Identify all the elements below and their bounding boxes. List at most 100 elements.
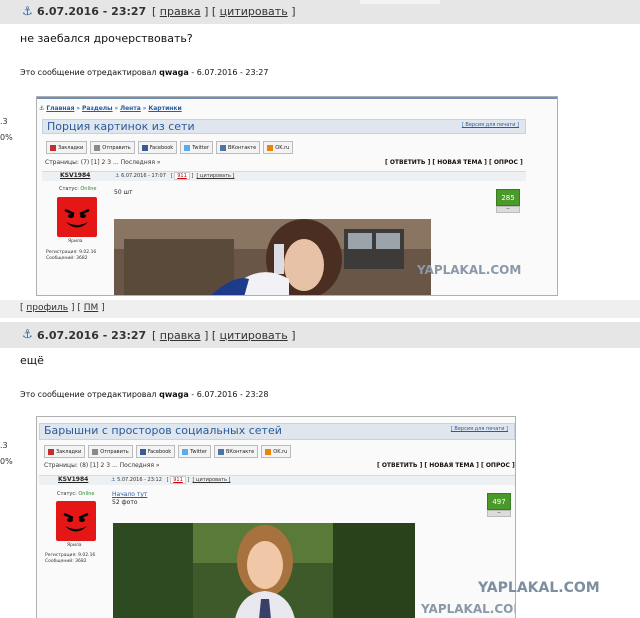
side-fragment: .3 0% (0, 114, 13, 146)
embed-quote-link-2[interactable]: [ цитировать ] (193, 477, 231, 483)
edited-note: Это сообщение отредактировал qwaga - 6.0… (20, 68, 268, 77)
share-bar: Закладки Отправить Facebook Twitter ВКон… (46, 141, 294, 155)
forum-page: ⚓ 6.07.2016 - 23:27 [ правка ] [ цитиров… (0, 0, 640, 618)
devil-smiley-icon (64, 208, 90, 228)
post-number-link-2[interactable]: 911 (170, 476, 186, 484)
profile-link[interactable]: профиль (26, 303, 68, 313)
facebook-icon (141, 145, 148, 151)
vk-button[interactable]: ВКонтакте (215, 141, 261, 154)
user-posts: Сообщений: 3682 (46, 256, 88, 261)
home-icon: ⚓ (39, 105, 45, 112)
embed-breadcrumb: ⚓ Главная » Разделы » Лента » Картинки (39, 105, 182, 112)
edited-user[interactable]: qwaga (159, 68, 189, 77)
thread-controls-2[interactable]: [ ОТВЕТИТЬ ] [ НОВАЯ ТЕМА ] [ ОПРОС ] (377, 462, 515, 469)
ok-button[interactable]: OK.ru (263, 141, 294, 154)
watermark-outer: YAPLAKAL.COM (478, 580, 600, 596)
start-here-link[interactable]: Начало тут (112, 491, 147, 498)
edited-note-2: Это сообщение отредактировал qwaga - 6.0… (20, 390, 268, 399)
mail-icon (92, 449, 99, 455)
anchor-icon-small: ⚓ (111, 477, 116, 483)
ok-button[interactable]: OK.ru (261, 445, 292, 458)
girl-photo-image (113, 523, 415, 618)
quote-link[interactable]: цитировать (220, 5, 288, 18)
devil-smiley-icon (63, 512, 89, 532)
embed-username[interactable]: KSV1984 (60, 172, 90, 179)
embed-title: Порция картинок из сети (47, 120, 195, 133)
user-status: Статус: Online (59, 186, 97, 192)
rating-value-2: 497 (487, 493, 511, 510)
edited-date-2: - 6.07.2016 - 23:28 (191, 390, 269, 399)
vk-button[interactable]: ВКонтакте (213, 445, 259, 458)
side-fragment-2: 0% (0, 133, 13, 142)
print-version-link[interactable]: [ Версия для печати ] (462, 122, 519, 128)
side-fragment-2: .3 0% (0, 438, 13, 470)
user-info-2: Регистрация: 9.02.16 Сообщений: 3682 (45, 553, 95, 565)
pm-link[interactable]: ПМ (84, 303, 99, 313)
embed-post-date-2: ⚓ 5.07.2016 - 23:12 [ 911 ] [ цитировать… (111, 476, 231, 484)
ok-icon (267, 145, 274, 151)
embedded-screenshot-2: Барышни с просторов социальных сетей [ В… (36, 416, 516, 618)
facebook-button[interactable]: Facebook (137, 141, 178, 154)
crumb-sections[interactable]: Разделы (82, 105, 113, 112)
avatar[interactable] (57, 197, 97, 237)
pagination-2[interactable]: Страницы: (8) [1] 2 3 ... Последняя » (44, 462, 160, 469)
send-button[interactable]: Отправить (90, 141, 135, 154)
header-cut (360, 0, 440, 4)
watermark-2: YAPLAKAL.COM (421, 602, 516, 616)
edited-date: - 6.07.2016 - 23:27 (191, 68, 269, 77)
crumb-home[interactable]: Главная (46, 105, 74, 112)
user-info: Регистрация: 9.02.16 Сообщений: 3682 (46, 250, 96, 262)
twitter-button[interactable]: Twitter (180, 141, 213, 154)
embed-topline (37, 97, 557, 99)
quote-link-2[interactable]: цитировать (220, 329, 288, 342)
rating-minus-button[interactable]: − (496, 206, 520, 213)
bookmarks-button[interactable]: Закладки (44, 445, 86, 458)
print-version-link-2[interactable]: [ Версия для печати ] (451, 426, 508, 432)
rating-minus-button-2[interactable]: − (487, 510, 511, 517)
avatar-2[interactable] (56, 501, 96, 541)
vk-icon (219, 145, 226, 151)
edit-link[interactable]: правка (160, 5, 201, 18)
thread-controls[interactable]: [ ОТВЕТИТЬ ] [ НОВАЯ ТЕМА ] [ ОПРОС ] (385, 159, 523, 166)
facebook-button[interactable]: Facebook (135, 445, 176, 458)
embed-quote-link[interactable]: [ цитировать ] (197, 173, 235, 179)
user-posts-2: Сообщений: 3682 (45, 559, 87, 564)
embed-username-2[interactable]: KSV1984 (58, 476, 88, 483)
pagination[interactable]: Страницы: (7) [1] 2 3 ... Последняя » (45, 159, 161, 166)
post-footer: [ профиль ] [ ПМ ] (0, 300, 640, 318)
bookmark-icon (50, 145, 56, 151)
embed-title-bar: Порция картинок из сети [ Версия для печ… (42, 119, 526, 134)
user-status-2: Статус: Online (57, 491, 95, 497)
rating-value: 285 (496, 189, 520, 206)
anchor-icon[interactable]: ⚓ (22, 327, 33, 341)
side-fragment-2-1: .3 (0, 441, 8, 450)
post-date-2: 6.07.2016 - 23:27 (37, 329, 147, 342)
edited-user-2[interactable]: qwaga (159, 390, 189, 399)
ok-icon (265, 449, 272, 455)
bookmarks-button[interactable]: Закладки (46, 141, 88, 154)
embed-post-body: 50 шт (114, 189, 133, 196)
embed-title-2: Барышни с просторов социальных сетей (44, 424, 282, 437)
rating-box: 285 − (496, 189, 520, 215)
twitter-icon (182, 449, 189, 455)
photo-2 (113, 523, 415, 618)
twitter-button[interactable]: Twitter (178, 445, 211, 458)
post-number-link[interactable]: 911 (174, 172, 190, 180)
rating-box-2: 497 − (487, 493, 511, 519)
facebook-icon (139, 449, 146, 455)
embed-post-body-2: Начало тут 52 фото (112, 491, 147, 507)
crumb-pictures[interactable]: Картинки (148, 105, 181, 112)
side-fragment-1: .3 (0, 117, 8, 126)
share-bar-2: Закладки Отправить Facebook Twitter ВКон… (44, 445, 292, 459)
avatar-caption: Ярила (68, 239, 83, 244)
post-message-2: ещё (20, 354, 44, 367)
crumb-feed[interactable]: Лента (120, 105, 141, 112)
edited-prefix-2: Это сообщение отредактировал (20, 390, 157, 399)
anchor-icon[interactable]: ⚓ (22, 4, 33, 18)
photo-1 (114, 219, 431, 295)
photo-count: 52 фото (112, 499, 138, 506)
watermark: YAPLAKAL.COM (417, 263, 522, 277)
post-actions-2: [ правка ] [ цитировать ] (152, 329, 296, 342)
send-button[interactable]: Отправить (88, 445, 133, 458)
edit-link-2[interactable]: правка (160, 329, 201, 342)
